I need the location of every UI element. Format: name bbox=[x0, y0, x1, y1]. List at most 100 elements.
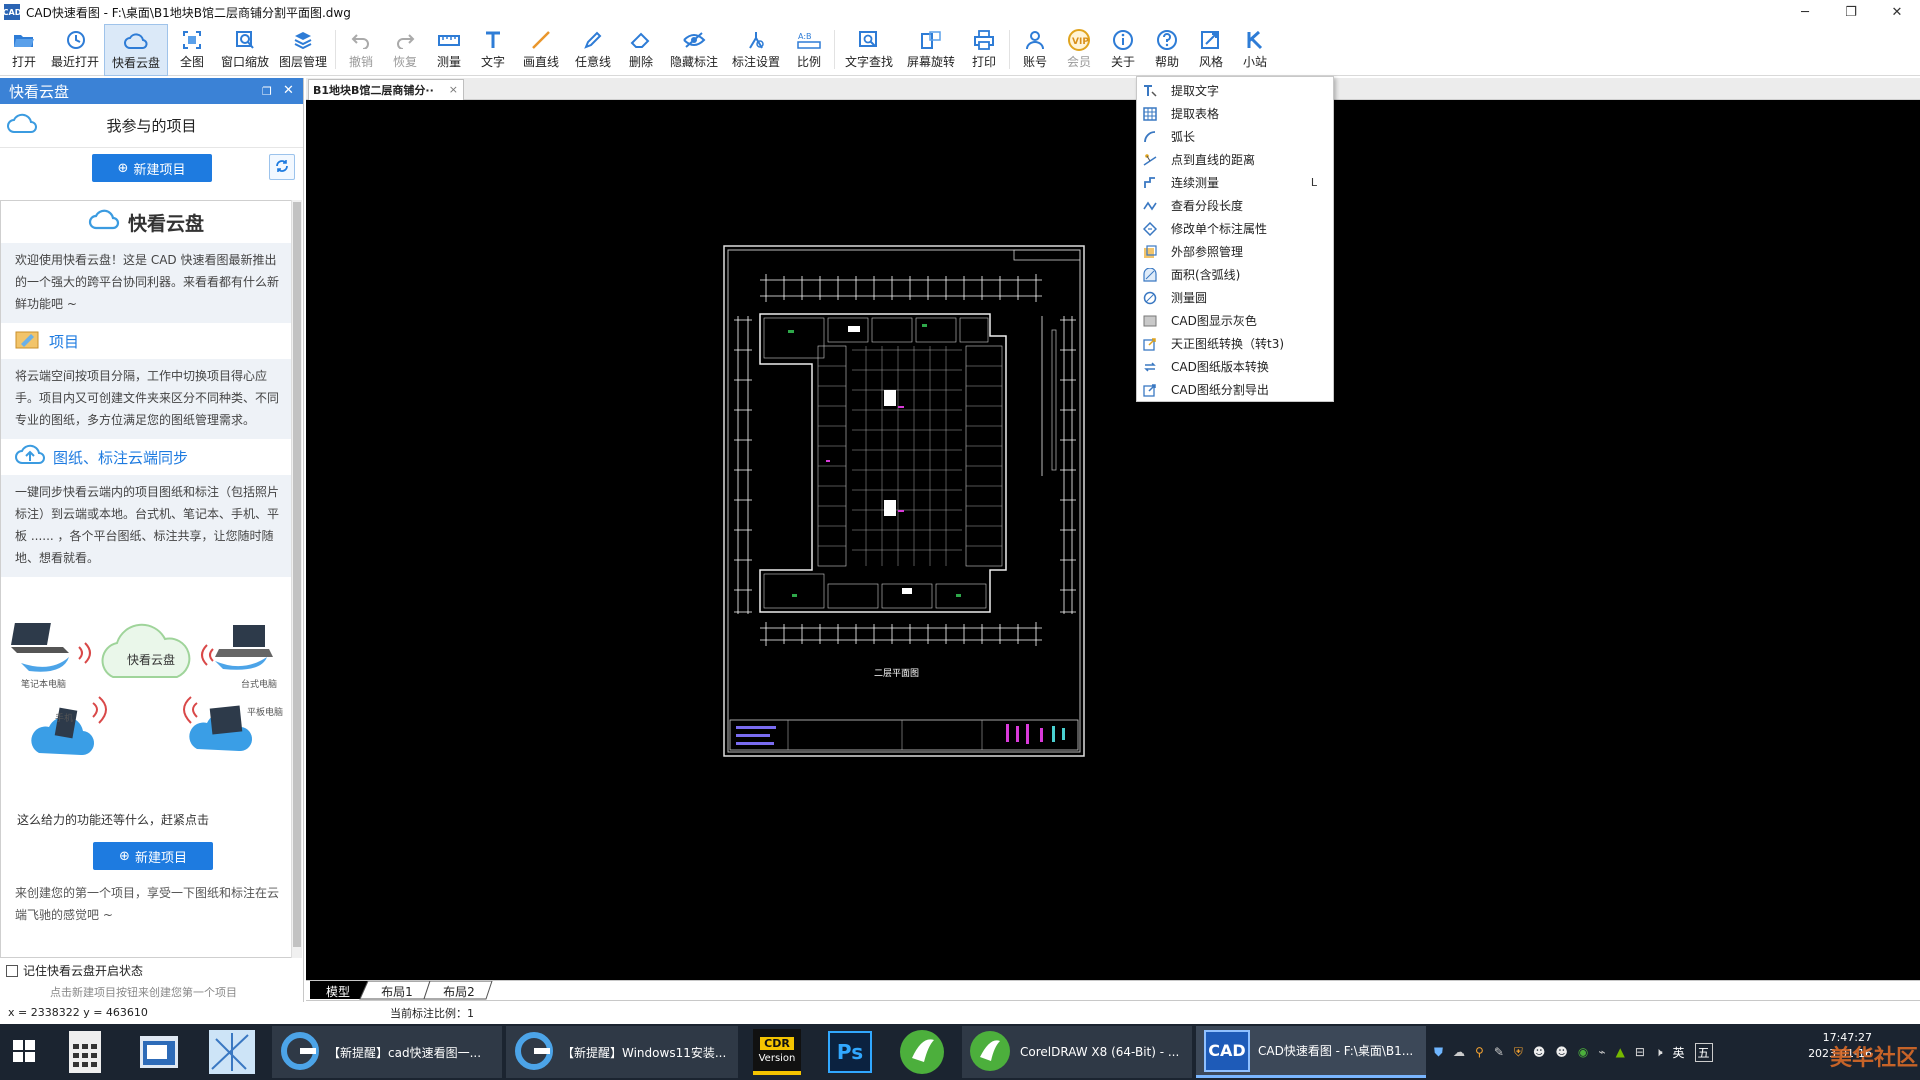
network-tray-icon[interactable]: ⊟ bbox=[1635, 1045, 1645, 1059]
minimize-button[interactable]: ─ bbox=[1782, 0, 1828, 24]
scale-button[interactable]: A:B 比例 bbox=[787, 24, 831, 76]
area-arc-icon bbox=[1143, 267, 1157, 282]
freehand-button[interactable]: 任意线 bbox=[567, 24, 619, 76]
open-folder-icon bbox=[11, 28, 37, 52]
vip-button[interactable]: VIP 会员 bbox=[1057, 24, 1101, 76]
coreldraw-icon bbox=[968, 1029, 1012, 1076]
menu-item-split-export[interactable]: CAD图纸分割导出 bbox=[1137, 378, 1333, 401]
menu-item-gray-display[interactable]: CAD图显示灰色 bbox=[1137, 309, 1333, 332]
menu-item-tangent-convert[interactable]: 天正图纸转换（转t3) bbox=[1137, 332, 1333, 355]
menu-item-extract-table[interactable]: 提取表格 bbox=[1137, 102, 1333, 125]
security-tray-icon[interactable]: ⛨ bbox=[1514, 1045, 1523, 1060]
qq-tray-icon-2[interactable]: ☻ bbox=[1555, 1045, 1568, 1059]
photoshop-taskbar-icon[interactable]: Ps bbox=[824, 1026, 876, 1078]
pen-tray-icon[interactable]: ✎ bbox=[1494, 1045, 1504, 1059]
sync-button[interactable] bbox=[269, 154, 295, 180]
taskbar-app-browser-1[interactable]: 【新提醒】cad快速看图一... bbox=[272, 1026, 502, 1078]
document-tab[interactable]: B1地块B馆二层商铺分·· × bbox=[308, 79, 464, 100]
draw-line-button[interactable]: 画直线 bbox=[515, 24, 567, 76]
style-button[interactable]: 风格 bbox=[1189, 24, 1233, 76]
account-button[interactable]: 账号 bbox=[1013, 24, 1057, 76]
new-project-button-secondary[interactable]: ⊕ 新建项目 bbox=[93, 842, 213, 870]
scale-icon: A:B bbox=[796, 28, 822, 52]
volume-muted-icon[interactable]: 🕨 bbox=[1655, 1045, 1663, 1060]
checkbox-box[interactable] bbox=[6, 964, 18, 977]
cloud-tray-icon[interactable]: ☁ bbox=[1453, 1045, 1465, 1059]
help-button[interactable]: 帮助 bbox=[1145, 24, 1189, 76]
search-tray-icon[interactable]: ⚲ bbox=[1475, 1045, 1484, 1059]
vip-icon: VIP bbox=[1066, 28, 1092, 52]
layer-manager-button[interactable]: 图层管理 bbox=[274, 24, 332, 76]
sync-heading: 图纸、标注云端同步 bbox=[53, 448, 189, 467]
wechat-tray-icon[interactable]: ◉ bbox=[1578, 1045, 1588, 1059]
browser-icon bbox=[280, 1031, 320, 1074]
taskbar-app-browser-2[interactable]: 【新提醒】Windows11安装... bbox=[506, 1026, 738, 1078]
tab-model[interactable]: 模型 bbox=[316, 982, 360, 1000]
taskbar-app-coreldraw[interactable]: CorelDRAW X8 (64-Bit) - ... bbox=[962, 1026, 1192, 1078]
input-method-icon[interactable]: 五 bbox=[1694, 1042, 1713, 1062]
menu-item-edit-annotation[interactable]: 修改单个标注属性 bbox=[1137, 217, 1333, 240]
sync-section-header: 图纸、标注云端同步 bbox=[1, 439, 291, 475]
menu-item-measure-circle[interactable]: 测量圆 bbox=[1137, 286, 1333, 309]
menu-item-segment-length[interactable]: 查看分段长度 bbox=[1137, 194, 1333, 217]
about-button[interactable]: 关于 bbox=[1101, 24, 1145, 76]
panel-float-icon[interactable]: ❐ bbox=[262, 85, 272, 98]
restore-button[interactable]: ❐ bbox=[1828, 0, 1874, 24]
menu-item-version-convert[interactable]: CAD图纸版本转换 bbox=[1137, 355, 1333, 378]
start-button[interactable] bbox=[0, 1026, 48, 1078]
taskbar-app-cad-viewer[interactable]: CAD CAD快速看图 - F:\桌面\B1... bbox=[1196, 1026, 1426, 1078]
redo-button[interactable]: 恢复 bbox=[383, 24, 427, 76]
zoom-window-button[interactable]: 窗口缩放 bbox=[216, 24, 274, 76]
tangent-convert-icon bbox=[1143, 337, 1157, 351]
svg-text:VIP: VIP bbox=[1072, 37, 1089, 47]
undo-button[interactable]: 撤销 bbox=[339, 24, 383, 76]
close-tab-icon[interactable]: × bbox=[449, 83, 458, 96]
map-app-taskbar-icon[interactable] bbox=[206, 1026, 258, 1078]
tab-layout1[interactable]: 布局1 bbox=[374, 982, 420, 1000]
tab-layout2[interactable]: 布局2 bbox=[436, 982, 482, 1000]
cloud-disk-button[interactable]: 快看云盘 bbox=[104, 24, 168, 76]
scrollbar-thumb[interactable] bbox=[293, 202, 301, 947]
cursor-coordinates: x = 2338322 y = 463610 bbox=[8, 1006, 148, 1019]
menu-item-extract-text[interactable]: 提取文字 bbox=[1137, 79, 1333, 102]
annotation-settings-button[interactable]: 标注设置 bbox=[725, 24, 787, 76]
my-projects-row[interactable]: 我参与的项目 bbox=[0, 104, 303, 148]
coreldraw-icon bbox=[900, 1030, 944, 1074]
qq-tray-icon[interactable]: ☻ bbox=[1533, 1045, 1546, 1059]
text-search-button[interactable]: 文字查找 bbox=[838, 24, 900, 76]
sync-text: 一键同步快看云端内的项目图纸和标注（包括照片标注）到云端或本地。台式机、笔记本、… bbox=[1, 475, 291, 577]
menu-item-continuous-measure[interactable]: 连续测量 L bbox=[1137, 171, 1333, 194]
toolbar-separator bbox=[834, 30, 835, 69]
rotate-screen-button[interactable]: 屏幕旋转 bbox=[900, 24, 962, 76]
print-button[interactable]: 打印 bbox=[962, 24, 1006, 76]
desktop-app-taskbar-icon[interactable] bbox=[136, 1026, 182, 1078]
station-button[interactable]: 小站 bbox=[1233, 24, 1277, 76]
usb-tray-icon[interactable]: ⌁ bbox=[1598, 1045, 1605, 1059]
calculator-taskbar-icon[interactable] bbox=[62, 1026, 108, 1078]
menu-item-arc-length[interactable]: 弧长 bbox=[1137, 125, 1333, 148]
nvidia-tray-icon[interactable]: ▲ bbox=[1616, 1045, 1625, 1059]
shield-icon[interactable]: ⛊ bbox=[1434, 1045, 1443, 1060]
menu-item-area-arc[interactable]: 面积(含弧线) bbox=[1137, 263, 1333, 286]
close-button[interactable]: ✕ bbox=[1874, 0, 1920, 24]
delete-button[interactable]: 删除 bbox=[619, 24, 663, 76]
menu-item-xref-manager[interactable]: 外部参照管理 bbox=[1137, 240, 1333, 263]
text-button[interactable]: 文字 bbox=[471, 24, 515, 76]
hide-annotation-button[interactable]: 隐藏标注 bbox=[663, 24, 725, 76]
remember-state-checkbox[interactable]: 记住快看云盘开启状态 bbox=[6, 962, 143, 979]
coreldraw-taskbar-icon[interactable] bbox=[896, 1026, 948, 1078]
cdr-taskbar-icon[interactable]: CDR Version bbox=[750, 1026, 804, 1078]
panel-scrollbar[interactable] bbox=[291, 200, 302, 958]
menu-item-point-line-distance[interactable]: 点到直线的距离 bbox=[1137, 148, 1333, 171]
station-icon bbox=[1242, 28, 1268, 52]
fit-all-button[interactable]: 全图 bbox=[168, 24, 216, 76]
segment-length-icon bbox=[1143, 199, 1157, 213]
ime-language[interactable]: 英 bbox=[1673, 1044, 1685, 1061]
text-search-icon bbox=[856, 28, 882, 52]
new-project-button[interactable]: ⊕ 新建项目 bbox=[91, 154, 212, 182]
recent-button[interactable]: 最近打开 bbox=[46, 24, 104, 76]
drawing-canvas[interactable]: 二层平面图 bbox=[306, 100, 1920, 980]
measure-button[interactable]: 测量 bbox=[427, 24, 471, 76]
open-button[interactable]: 打开 bbox=[2, 24, 46, 76]
panel-close-icon[interactable]: ✕ bbox=[283, 83, 294, 98]
